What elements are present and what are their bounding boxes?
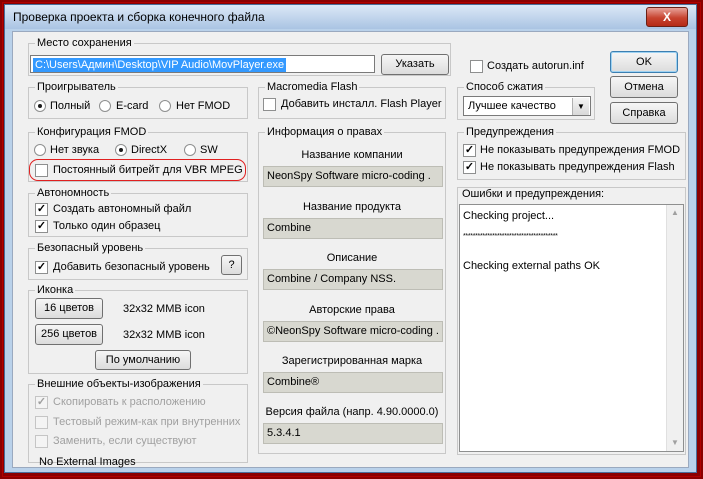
- fmod-sw-label: SW: [200, 144, 218, 156]
- save-path-value: C:\Users\Админ\Desktop\VIP Audio\MovPlay…: [33, 58, 287, 72]
- player-ecard-label: E-card: [116, 100, 149, 112]
- description-field[interactable]: Combine / Company NSS.: [263, 269, 443, 290]
- icon-16-info: 32x32 MMB icon: [123, 303, 205, 315]
- icon-256-colors-button[interactable]: 256 цветов: [35, 324, 103, 345]
- cancel-button[interactable]: Отмена: [610, 76, 678, 98]
- hide-fmod-warnings-checkbox[interactable]: ✓: [463, 144, 476, 157]
- flash-installer-label: Добавить инсталл. Flash Player: [281, 98, 442, 110]
- product-name-label: Название продукта: [302, 201, 402, 213]
- external-images-title: Внешние объекты-изображения: [35, 377, 203, 391]
- safe-level-label: Добавить безопасный уровень: [53, 261, 210, 273]
- chevron-down-icon[interactable]: ▼: [572, 98, 589, 115]
- copyright-field[interactable]: ©NeonSpy Software micro-coding .: [263, 321, 443, 342]
- test-mode-checkbox[interactable]: [35, 416, 48, 429]
- dialog-window: Проверка проекта и сборка конечного файл…: [4, 4, 697, 473]
- file-version-label: Версия файла (напр. 4.90.0000.0): [265, 406, 439, 418]
- autorun-checkbox[interactable]: [470, 60, 483, 73]
- fmod-title: Конфигурация FMOD: [35, 125, 149, 139]
- compression-value: Лучшее качество: [468, 100, 556, 112]
- log-scrollbar[interactable]: ▲ ▼: [666, 205, 683, 451]
- log-line: ***************************************: [463, 233, 558, 240]
- autonomy-title: Автономность: [35, 186, 112, 200]
- player-no-fmod-label: Нет FMOD: [176, 100, 231, 112]
- fmod-directx-radio[interactable]: [115, 144, 127, 156]
- compression-select[interactable]: Лучшее качество ▼: [463, 96, 591, 116]
- copyright-label: Авторские права: [309, 304, 395, 316]
- hide-fmod-warnings-label: Не показывать предупреждения FMOD: [480, 144, 681, 156]
- trademark-label: Зарегистрированная марка: [281, 355, 423, 367]
- replace-existing-checkbox[interactable]: [35, 435, 48, 448]
- product-name-field[interactable]: Combine: [263, 218, 443, 239]
- fmod-directx-label: DirectX: [131, 144, 168, 156]
- scroll-up-arrow-icon[interactable]: ▲: [667, 205, 683, 221]
- external-images-status: No External Images: [39, 456, 136, 468]
- log-line: Checking project...: [463, 210, 555, 222]
- window-title: Проверка проекта и сборка конечного файл…: [13, 10, 265, 24]
- player-no-fmod-radio[interactable]: [159, 100, 171, 112]
- player-ecard-radio[interactable]: [99, 100, 111, 112]
- fmod-nosound-radio[interactable]: [34, 144, 46, 156]
- warnings-title: Предупреждения: [464, 125, 556, 139]
- safe-level-checkbox[interactable]: ✓: [35, 261, 48, 274]
- player-full-radio[interactable]: [34, 100, 46, 112]
- player-title: Проигрыватель: [35, 80, 118, 94]
- icon-16-colors-button[interactable]: 16 цветов: [35, 298, 103, 319]
- description-label: Описание: [326, 252, 378, 264]
- save-path-input[interactable]: C:\Users\Админ\Desktop\VIP Audio\MovPlay…: [30, 55, 375, 73]
- save-location-title: Место сохранения: [35, 36, 134, 50]
- file-version-field[interactable]: 5.3.4.1: [263, 423, 443, 444]
- icon-default-button[interactable]: По умолчанию: [95, 350, 191, 370]
- compression-title: Способ сжатия: [464, 80, 546, 94]
- hide-flash-warnings-label: Не показывать предупреждения Flash: [480, 161, 675, 173]
- icon-title: Иконка: [35, 283, 76, 297]
- company-name-field[interactable]: NeonSpy Software micro-coding .: [263, 166, 443, 187]
- log-textbox[interactable]: Checking project... ********************…: [459, 204, 684, 452]
- log-title: Ошибки и предупреждения:: [462, 188, 605, 200]
- autorun-label: Создать autorun.inf: [487, 60, 584, 72]
- standalone-file-label: Создать автономный файл: [53, 203, 192, 215]
- browse-button[interactable]: Указать: [381, 54, 449, 75]
- security-help-button[interactable]: ?: [221, 255, 242, 275]
- icon-256-info: 32x32 MMB icon: [123, 329, 205, 341]
- fmod-sw-radio[interactable]: [184, 144, 196, 156]
- security-title: Безопасный уровень: [35, 241, 146, 255]
- test-mode-label: Тестовый режим-как при внутренних: [53, 416, 241, 428]
- flash-installer-checkbox[interactable]: [263, 98, 276, 111]
- flash-title: Macromedia Flash: [265, 80, 360, 94]
- replace-existing-label: Заменить, если существуют: [53, 435, 197, 447]
- fmod-nosound-label: Нет звука: [50, 144, 100, 156]
- log-line: Checking external paths OK: [463, 260, 600, 272]
- rights-title: Информация о правах: [265, 125, 385, 139]
- single-instance-label: Только один образец: [53, 220, 161, 232]
- help-button[interactable]: Справка: [610, 102, 678, 124]
- trademark-field[interactable]: Combine®: [263, 372, 443, 393]
- copy-to-location-label: Скопировать к расположению: [53, 396, 206, 408]
- hide-flash-warnings-checkbox[interactable]: ✓: [463, 161, 476, 174]
- standalone-file-checkbox[interactable]: ✓: [35, 203, 48, 216]
- company-name-label: Название компании: [301, 149, 403, 161]
- highlight-annotation: [29, 159, 246, 181]
- copy-to-location-checkbox[interactable]: ✓: [35, 396, 48, 409]
- ok-button[interactable]: OK: [610, 51, 678, 73]
- dialog-client: Место сохранения C:\Users\Админ\Desktop\…: [12, 31, 689, 468]
- close-button[interactable]: X: [646, 7, 688, 27]
- scroll-down-arrow-icon[interactable]: ▼: [667, 435, 683, 451]
- player-full-label: Полный: [50, 100, 91, 112]
- single-instance-checkbox[interactable]: ✓: [35, 220, 48, 233]
- title-bar[interactable]: Проверка проекта и сборка конечного файл…: [5, 5, 696, 29]
